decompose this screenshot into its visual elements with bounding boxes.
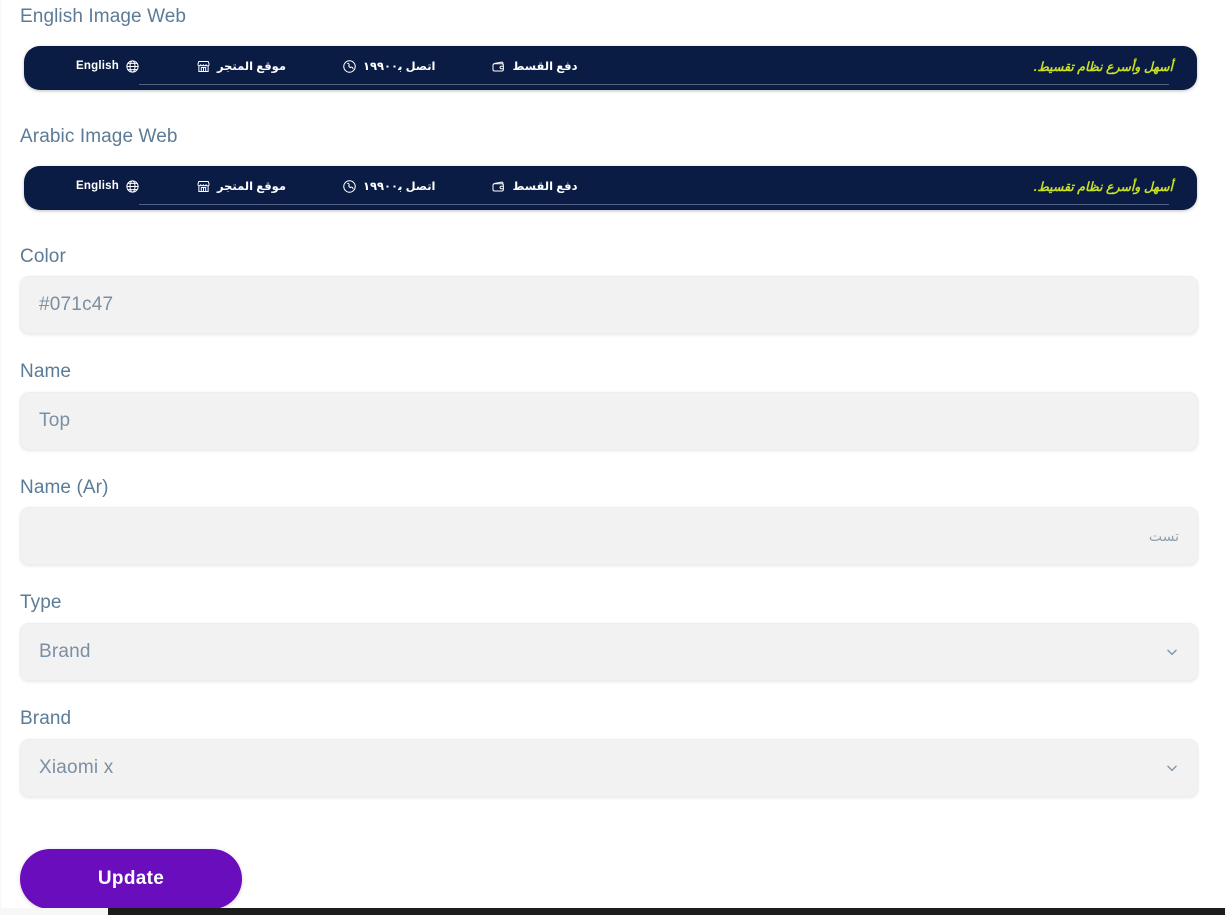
- footer-strip-left-gap: [0, 908, 108, 915]
- phone-icon: [342, 179, 357, 194]
- name-label: Name: [20, 361, 72, 382]
- globe-icon: [125, 59, 140, 74]
- brand-select-value: Xiaomi x: [39, 757, 114, 778]
- brand-label-wrap: Brand: [20, 708, 71, 730]
- banner-item-store-label: موقع المتجر: [216, 61, 286, 73]
- banner-item-installment-label: دفع القسط: [512, 181, 578, 193]
- page-left-gutter: [0, 0, 2, 915]
- banner-item-call-label: اتصل ب‍١٩٩٠٠: [362, 61, 436, 73]
- banner-item-installment[interactable]: دفع القسط: [491, 59, 577, 74]
- color-input-value: #071c47: [39, 294, 114, 315]
- name-label-wrap: Name: [20, 361, 71, 383]
- banner-item-installment[interactable]: دفع القسط: [491, 179, 577, 194]
- banner-item-store[interactable]: موقع المتجر: [196, 59, 286, 74]
- store-icon: [196, 179, 211, 194]
- banner-item-installment-label: دفع القسط: [512, 61, 578, 73]
- type-label-wrap: Type: [20, 592, 62, 614]
- name-input-value: Top: [39, 410, 71, 431]
- banner-item-call[interactable]: اتصل ب‍١٩٩٠٠: [342, 59, 435, 74]
- promo-banner: English موقع المتجر: [24, 46, 1197, 90]
- name-input[interactable]: Top: [20, 392, 1198, 450]
- wallet-icon: [491, 59, 506, 74]
- arabic-image-web-label-wrap: Arabic Image Web: [20, 126, 178, 148]
- globe-icon: [125, 179, 140, 194]
- banner-item-language[interactable]: English: [76, 59, 140, 74]
- banner-item-language-label: English: [76, 60, 119, 72]
- chevron-down-icon: [1165, 761, 1179, 775]
- promo-banner: English موقع المتجر: [24, 166, 1197, 210]
- name-ar-label: Name (Ar): [20, 477, 109, 498]
- arabic-image-web-preview: English موقع المتجر: [24, 166, 1197, 210]
- banner-item-language[interactable]: English: [76, 179, 140, 194]
- english-image-web-label-wrap: English Image Web: [20, 6, 186, 28]
- brand-label: Brand: [20, 708, 72, 729]
- brand-select[interactable]: Xiaomi x: [20, 739, 1198, 797]
- update-button[interactable]: Update: [20, 849, 242, 909]
- type-select[interactable]: Brand: [20, 623, 1198, 681]
- type-label: Type: [20, 592, 62, 613]
- phone-icon: [342, 59, 357, 74]
- banner-item-language-label: English: [76, 180, 119, 192]
- name-ar-label-wrap: Name (Ar): [20, 477, 109, 499]
- english-image-web-preview: English موقع المتجر: [24, 46, 1197, 90]
- banner-tagline: أسهل وأسرع نظام تقسيط.: [1033, 179, 1173, 194]
- banner-item-store-label: موقع المتجر: [216, 181, 286, 193]
- banner-item-store[interactable]: موقع المتجر: [196, 179, 286, 194]
- name-ar-input[interactable]: تست: [20, 507, 1198, 565]
- banner-item-call-label: اتصل ب‍١٩٩٠٠: [362, 181, 436, 193]
- name-ar-input-value: تست: [1148, 527, 1179, 544]
- banner-tagline: أسهل وأسرع نظام تقسيط.: [1033, 59, 1173, 74]
- color-label-wrap: Color: [20, 246, 66, 268]
- store-icon: [196, 59, 211, 74]
- color-input[interactable]: #071c47: [20, 276, 1198, 334]
- chevron-down-icon: [1165, 645, 1179, 659]
- english-image-web-label: English Image Web: [20, 6, 187, 27]
- banner-item-call[interactable]: اتصل ب‍١٩٩٠٠: [342, 179, 435, 194]
- type-select-value: Brand: [39, 641, 91, 662]
- arabic-image-web-label: Arabic Image Web: [20, 126, 178, 147]
- color-label: Color: [20, 246, 66, 267]
- wallet-icon: [491, 179, 506, 194]
- footer-strip: [108, 908, 1225, 915]
